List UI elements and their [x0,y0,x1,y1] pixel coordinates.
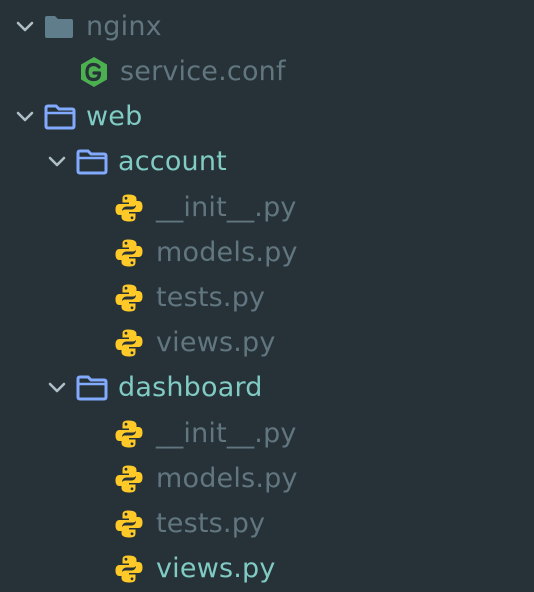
tree-item-label: nginx [86,11,162,42]
file-tree: nginx service.conf web account __init__.… [0,0,534,592]
folder-open-icon [76,147,108,177]
python-icon [114,193,146,223]
tree-item-label: models.py [156,463,298,494]
tree-item-file[interactable]: views.py [0,320,534,365]
tree-item-service-conf[interactable]: service.conf [0,49,534,94]
tree-item-label: dashboard [118,372,263,403]
tree-item-label: account [118,146,227,177]
python-icon [114,464,146,494]
python-icon [114,509,146,539]
python-icon [114,283,146,313]
tree-item-label: tests.py [156,508,266,539]
tree-item-file[interactable]: tests.py [0,501,534,546]
python-icon [114,328,146,358]
tree-item-web[interactable]: web [0,94,534,139]
nginx-file-icon [78,56,110,87]
tree-item-file[interactable]: __init__.py [0,185,534,230]
folder-closed-icon [44,12,76,42]
folder-open-icon [44,102,76,132]
tree-item-dashboard[interactable]: dashboard [0,365,534,410]
tree-item-file[interactable]: models.py [0,230,534,275]
tree-item-file[interactable]: __init__.py [0,411,534,456]
chevron-down-icon[interactable] [14,16,36,38]
chevron-down-icon[interactable] [14,106,36,128]
tree-item-label: service.conf [120,56,286,87]
chevron-down-icon[interactable] [46,377,68,399]
tree-item-label: web [86,101,143,132]
tree-item-nginx[interactable]: nginx [0,4,534,49]
tree-item-label: __init__.py [156,418,297,449]
python-icon [114,554,146,584]
tree-item-label: tests.py [156,282,266,313]
tree-item-label: views.py [156,327,276,358]
tree-item-file[interactable]: tests.py [0,275,534,320]
python-icon [114,238,146,268]
folder-open-icon [76,373,108,403]
tree-item-label: models.py [156,237,298,268]
tree-item-account[interactable]: account [0,139,534,184]
tree-item-label: __init__.py [156,192,297,223]
python-icon [114,419,146,449]
tree-item-label: views.py [156,553,276,584]
tree-item-file[interactable]: models.py [0,456,534,501]
chevron-down-icon[interactable] [46,151,68,173]
tree-item-file-selected[interactable]: views.py [0,546,534,591]
